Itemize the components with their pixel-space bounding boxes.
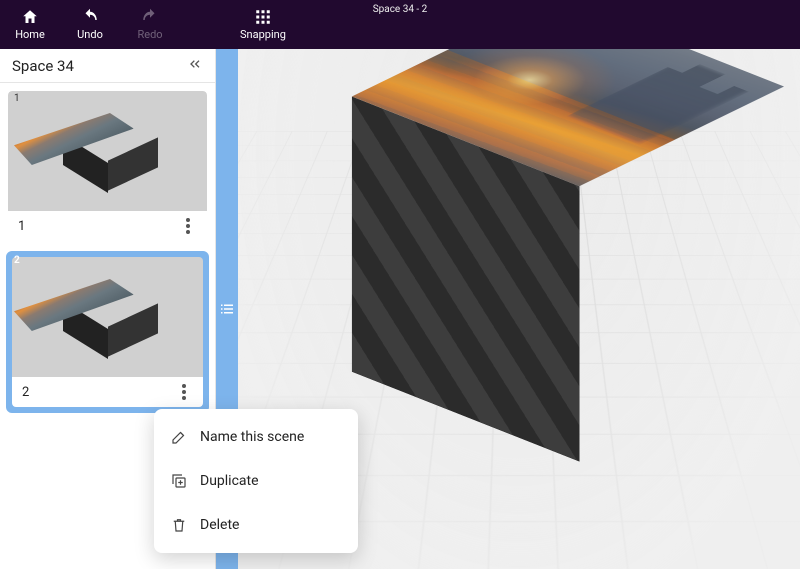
scene-index: 2 <box>14 255 20 266</box>
scene-menu-button[interactable] <box>179 218 197 234</box>
sidebar-header: Space 34 <box>0 49 215 83</box>
scene-thumbnail <box>63 116 153 186</box>
redo-label: Redo <box>137 28 162 41</box>
scene-thumbnail <box>63 282 153 352</box>
duplicate-scene-item[interactable]: Duplicate <box>154 459 358 503</box>
rename-label: Name this scene <box>200 429 304 445</box>
delete-scene-item[interactable]: Delete <box>154 503 358 547</box>
duplicate-label: Duplicate <box>200 473 259 489</box>
toolbar: Space 34 - 2 Home Undo Redo Snapping <box>0 0 800 49</box>
duplicate-icon <box>170 472 188 490</box>
scene-name: 2 <box>22 385 29 400</box>
undo-label: Undo <box>77 28 103 41</box>
chevron-double-left-icon <box>187 56 203 72</box>
edit-icon <box>170 428 188 446</box>
scene-object-cube[interactable] <box>454 49 681 411</box>
scene-menu-button[interactable] <box>175 384 193 400</box>
collapse-button[interactable] <box>187 56 203 76</box>
undo-button[interactable]: Undo <box>70 8 110 41</box>
scene-card[interactable]: 2 2 <box>6 251 209 413</box>
scene-index: 1 <box>14 93 20 104</box>
space-title: Space 34 <box>12 57 74 75</box>
snapping-button[interactable]: Snapping <box>240 8 286 41</box>
redo-button: Redo <box>130 8 170 41</box>
scene-name: 1 <box>18 219 25 234</box>
delete-label: Delete <box>200 517 239 533</box>
undo-icon <box>81 8 99 26</box>
list-icon <box>218 300 236 318</box>
snapping-label: Snapping <box>240 28 286 41</box>
scene-context-menu: Name this scene Duplicate Delete <box>154 409 358 553</box>
home-label: Home <box>15 28 45 41</box>
scene-card[interactable]: 1 1 <box>6 89 209 243</box>
title-bar: Space 34 - 2 <box>373 4 428 15</box>
trash-icon <box>170 516 188 534</box>
rename-scene-item[interactable]: Name this scene <box>154 415 358 459</box>
home-button[interactable]: Home <box>10 8 50 41</box>
home-icon <box>21 8 39 26</box>
snapping-icon <box>254 8 272 26</box>
redo-icon <box>141 8 159 26</box>
